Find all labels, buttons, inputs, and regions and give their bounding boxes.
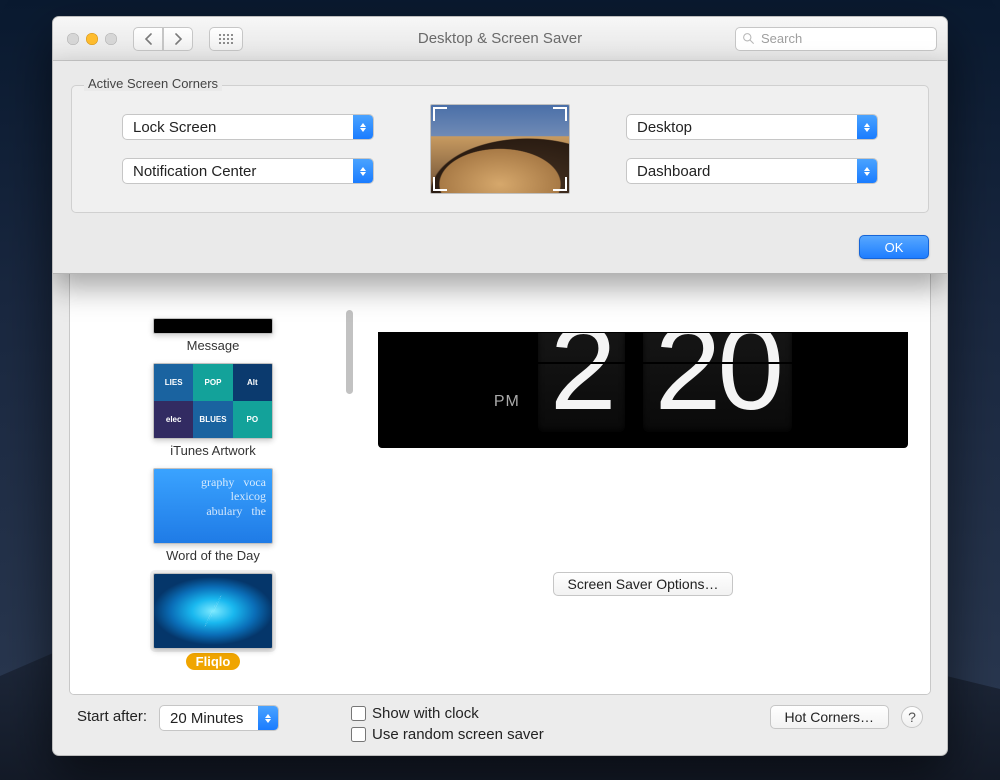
bottom-right-corner-select[interactable]: Dashboard bbox=[626, 158, 878, 184]
screensaver-preview: PM 2 20 bbox=[378, 332, 908, 448]
corner-indicator-icon bbox=[553, 177, 567, 191]
list-item-label: Message bbox=[187, 338, 240, 353]
chevron-right-icon bbox=[174, 33, 183, 45]
corner-indicator-icon bbox=[553, 107, 567, 121]
bottom-left-corner-select[interactable]: Notification Center bbox=[122, 158, 374, 184]
corner-indicator-icon bbox=[433, 177, 447, 191]
corner-indicator-icon bbox=[433, 107, 447, 121]
select-arrows-icon bbox=[857, 115, 877, 139]
search-placeholder: Search bbox=[761, 31, 802, 46]
fliqlo-thumb bbox=[153, 573, 273, 649]
use-random-checkbox[interactable]: Use random screen saver bbox=[351, 726, 544, 743]
minute-flip: 20 bbox=[643, 332, 792, 432]
start-after-select[interactable]: 20 Minutes bbox=[159, 705, 279, 731]
close-button[interactable] bbox=[67, 33, 79, 45]
preferences-window: Desktop & Screen Saver Search Message LI… bbox=[52, 16, 948, 756]
search-field[interactable]: Search bbox=[735, 27, 937, 51]
list-item-label: Fliqlo bbox=[186, 653, 241, 670]
minimize-button[interactable] bbox=[86, 33, 98, 45]
hot-corners-button[interactable]: Hot Corners… bbox=[770, 705, 889, 729]
footer-bar: Start after: 20 Minutes Show with clock … bbox=[69, 695, 931, 741]
top-right-corner-select[interactable]: Desktop bbox=[626, 114, 878, 140]
select-arrows-icon bbox=[353, 159, 373, 183]
select-arrows-icon bbox=[353, 115, 373, 139]
help-button[interactable]: ? bbox=[901, 706, 923, 728]
list-item[interactable]: Fliqlo bbox=[153, 573, 273, 670]
list-item[interactable]: Message bbox=[153, 334, 273, 353]
window-title: Desktop & Screen Saver bbox=[418, 30, 582, 47]
forward-button[interactable] bbox=[163, 27, 193, 51]
hot-corners-sheet: Active Screen Corners Lock Screen Notifi… bbox=[53, 61, 947, 274]
list-item-label: iTunes Artwork bbox=[170, 443, 256, 458]
top-left-corner-select[interactable]: Lock Screen bbox=[122, 114, 374, 140]
message-thumb bbox=[153, 318, 273, 334]
ok-button[interactable]: OK bbox=[859, 235, 929, 259]
show-all-button[interactable] bbox=[209, 27, 243, 51]
list-item[interactable]: graphy voca lexicog abulary the Word of … bbox=[153, 468, 273, 563]
start-after-label: Start after: bbox=[77, 708, 147, 725]
screensaver-options-button[interactable]: Screen Saver Options… bbox=[553, 572, 734, 596]
search-icon bbox=[742, 32, 755, 45]
back-button[interactable] bbox=[133, 27, 163, 51]
traffic-lights bbox=[67, 33, 117, 45]
list-item[interactable]: LIESPOPAltelecBLUESPO iTunes Artwork bbox=[153, 363, 273, 458]
select-arrows-icon bbox=[258, 706, 278, 730]
itunes-artwork-thumb: LIESPOPAltelecBLUESPO bbox=[153, 363, 273, 439]
desktop-preview-thumb bbox=[430, 104, 570, 194]
checkbox-input[interactable] bbox=[351, 727, 366, 742]
zoom-button[interactable] bbox=[105, 33, 117, 45]
grid-icon bbox=[219, 34, 233, 44]
checkbox-input[interactable] bbox=[351, 706, 366, 721]
show-with-clock-checkbox[interactable]: Show with clock bbox=[351, 705, 544, 722]
hour-flip: 2 bbox=[538, 332, 625, 432]
scrollbar-thumb[interactable] bbox=[346, 310, 353, 394]
group-title: Active Screen Corners bbox=[84, 76, 222, 91]
chevron-left-icon bbox=[144, 33, 153, 45]
window-toolbar: Desktop & Screen Saver Search bbox=[53, 17, 947, 61]
select-arrows-icon bbox=[857, 159, 877, 183]
word-of-the-day-thumb: graphy voca lexicog abulary the bbox=[153, 468, 273, 544]
ampm-label: PM bbox=[494, 393, 520, 411]
list-item-label: Word of the Day bbox=[166, 548, 260, 563]
